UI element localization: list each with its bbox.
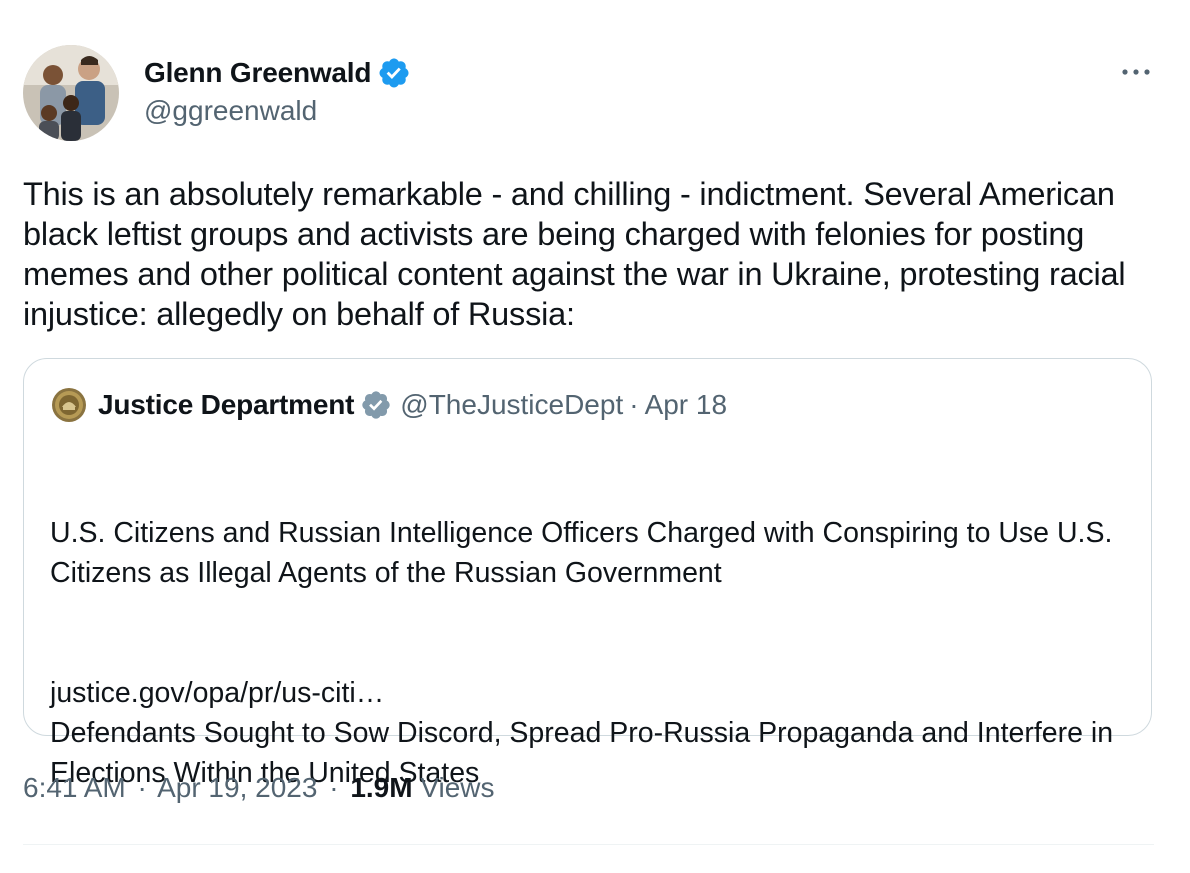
tweet-time[interactable]: 6:41 AM: [23, 772, 126, 803]
author-handle[interactable]: @ggreenwald: [144, 95, 317, 127]
views-count: 1.9M: [350, 772, 413, 803]
quoted-paragraph-1: U.S. Citizens and Russian Intelligence O…: [50, 517, 1121, 589]
verified-badge-icon[interactable]: [377, 56, 411, 90]
quoted-tweet-header: Justice Department @TheJusticeDept · Apr…: [52, 387, 727, 423]
author-name[interactable]: Glenn Greenwald: [144, 57, 371, 89]
tweet-footer: 6:41 AM · Apr 19, 2023 · 1.9M Views: [23, 772, 495, 804]
tweet: Glenn Greenwald @ggreenwald This is an a…: [0, 0, 1190, 846]
divider: [23, 844, 1154, 845]
tweet-text: This is an absolutely remarkable - and c…: [23, 176, 1135, 332]
views-label: Views: [420, 772, 495, 803]
author-avatar[interactable]: [23, 45, 119, 141]
government-verified-badge-icon: [360, 389, 392, 421]
quoted-tweet[interactable]: Justice Department @TheJusticeDept · Apr…: [23, 358, 1152, 789]
quoted-author-handle[interactable]: @TheJusticeDept: [400, 389, 623, 421]
quoted-date[interactable]: Apr 18: [645, 389, 728, 421]
tweet-date[interactable]: Apr 19, 2023: [157, 772, 317, 803]
quoted-author-name[interactable]: Justice Department: [98, 389, 354, 421]
quoted-link[interactable]: justice.gov/opa/pr/us-citi…: [50, 673, 384, 713]
quoted-tweet-text: U.S. Citizens and Russian Intelligence O…: [50, 433, 1140, 873]
footer-separator: ·: [137, 772, 147, 803]
quoted-author-avatar: [52, 388, 86, 422]
author-name-row: Glenn Greenwald: [144, 56, 411, 90]
footer-separator-2: ·: [329, 772, 339, 803]
quoted-separator: ·: [629, 389, 639, 420]
more-options-icon[interactable]: [1118, 62, 1154, 82]
